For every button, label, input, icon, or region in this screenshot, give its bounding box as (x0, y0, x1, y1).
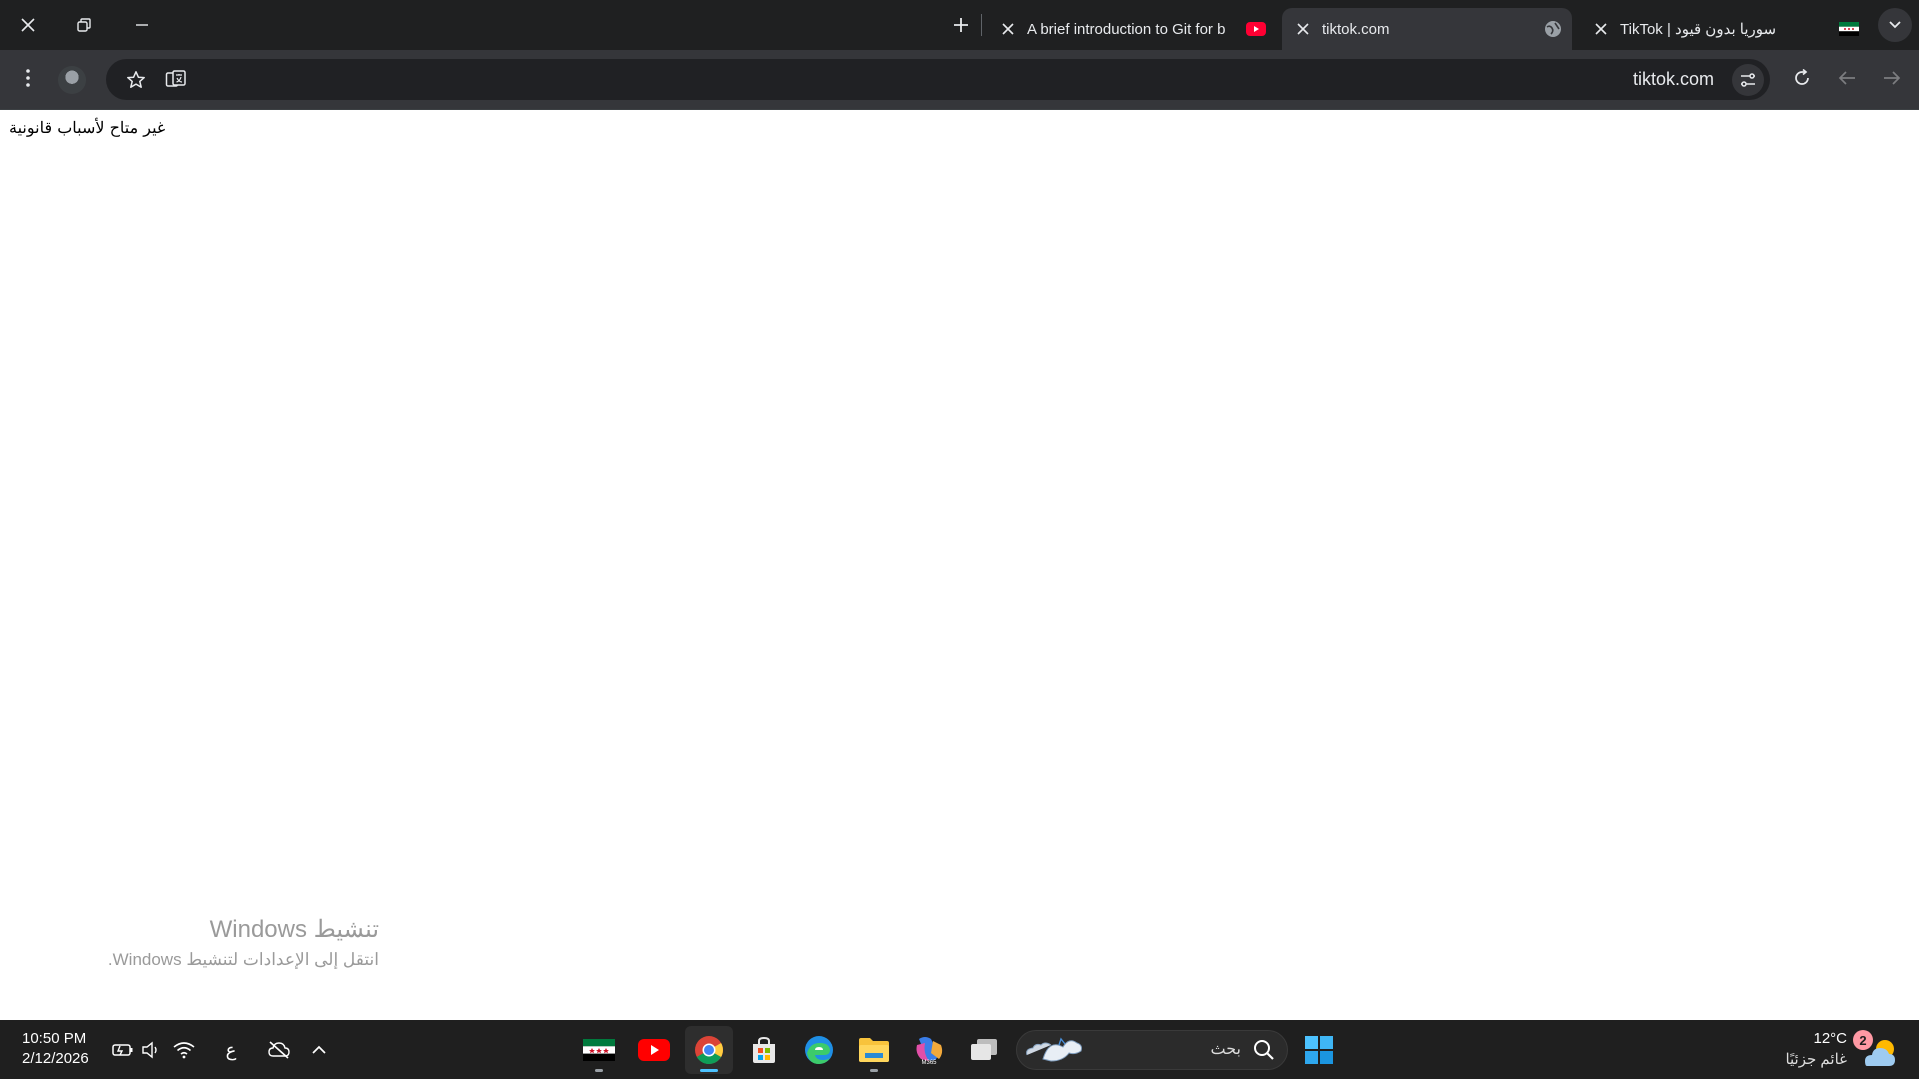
unavailable-message: غير متاح لأسباب قانونية (9, 118, 166, 137)
notification-badge: 2 (1853, 1030, 1873, 1050)
taskbar-search[interactable]: بحث (1016, 1030, 1288, 1070)
weather-widget[interactable]: 12°C غائم جزئيًا 2 (1749, 1026, 1899, 1074)
tab-tiktok-syria[interactable]: TikTok | سوريا بدون قيود (1584, 8, 1868, 50)
youtube-app[interactable] (630, 1026, 678, 1074)
cloud-off-icon[interactable] (266, 1037, 292, 1063)
tab-git-intro[interactable]: A brief introduction to Git for b (991, 8, 1275, 50)
tab-tiktok-active[interactable]: tiktok.com (1282, 8, 1572, 50)
search-icon (1253, 1039, 1275, 1061)
minimize-icon (136, 24, 148, 26)
address-bar[interactable]: tiktok.com (106, 59, 1770, 100)
forward-button[interactable] (1872, 58, 1912, 98)
plus-icon (954, 18, 968, 32)
window-minimize-button[interactable] (114, 0, 170, 50)
window-restore-button[interactable] (56, 0, 112, 50)
syria-flag-app[interactable] (575, 1026, 623, 1074)
browser-toolbar: tiktok.com (0, 50, 1919, 109)
battery-icon[interactable] (110, 1037, 136, 1063)
back-button[interactable] (1827, 58, 1867, 98)
clock-time: 10:50 PM (22, 1030, 87, 1047)
running-indicator (595, 1069, 603, 1072)
site-info-button[interactable] (1732, 64, 1764, 96)
tune-icon (1741, 73, 1755, 87)
page-content: غير متاح لأسباب قانونية تنشيط Windows ان… (0, 110, 1919, 1020)
clock-date: 2/12/2026 (22, 1050, 89, 1067)
activation-subtitle: انتقل إلى الإعدادات لتنشيط Windows. (107, 950, 379, 969)
start-button[interactable] (1295, 1026, 1343, 1074)
translate-icon (165, 70, 186, 87)
restore-icon (77, 18, 91, 32)
search-highlight-icon (1023, 1035, 1085, 1065)
star-icon (127, 71, 145, 88)
svg-text:M365: M365 (921, 1060, 937, 1065)
windows-activation-watermark: تنشيط Windows انتقل إلى الإعدادات لتنشيط… (108, 915, 379, 970)
close-icon (1297, 23, 1309, 35)
tab-separator (981, 14, 982, 36)
running-indicator (870, 1069, 878, 1072)
close-icon (1002, 23, 1014, 35)
wifi-icon[interactable] (171, 1037, 197, 1063)
url-text: tiktok.com (1632, 69, 1714, 89)
windows-logo-icon (1305, 1036, 1333, 1064)
windows-taskbar: 10:50 PM 2/12/2026 ع M365 بحث 12°C غائم … (0, 1020, 1919, 1079)
globe-icon (1542, 18, 1564, 40)
tab-close-button[interactable] (1588, 16, 1614, 42)
file-explorer-app[interactable] (850, 1026, 898, 1074)
volume-icon[interactable] (138, 1037, 164, 1063)
tab-list-button[interactable] (1878, 8, 1912, 42)
tab-title: TikTok | سوريا بدون قيود (1620, 21, 1777, 38)
arrow-right-icon (1884, 71, 1901, 85)
m365-app[interactable]: M365 (905, 1026, 953, 1074)
youtube-icon (1245, 18, 1267, 40)
menu-button[interactable] (8, 58, 48, 98)
weather-temperature: 12°C (1813, 1030, 1847, 1047)
system-clock[interactable]: 10:50 PM 2/12/2026 (22, 1029, 89, 1069)
chevron-up-icon[interactable] (306, 1037, 332, 1063)
browser-titlebar: A brief introduction to Git for b tiktok… (0, 0, 1919, 50)
tab-title: A brief introduction to Git for b (1027, 20, 1226, 38)
chrome-app[interactable] (685, 1026, 733, 1074)
arrow-left-icon (1838, 71, 1855, 85)
tab-close-button[interactable] (1290, 16, 1316, 42)
profile-avatar[interactable] (58, 66, 86, 94)
store-app[interactable] (740, 1026, 788, 1074)
search-placeholder: بحث (1210, 1041, 1242, 1058)
weather-description: غائم جزئيًا (1785, 1051, 1847, 1068)
close-icon (1595, 23, 1607, 35)
chevron-down-icon (1889, 21, 1901, 29)
translate-button[interactable] (160, 64, 192, 96)
active-indicator (700, 1069, 718, 1072)
new-tab-button[interactable] (944, 8, 978, 42)
language-indicator[interactable]: ع (218, 1037, 244, 1063)
close-icon (21, 18, 35, 32)
window-close-button[interactable] (0, 0, 56, 50)
syria-flag-icon (1838, 18, 1860, 40)
tab-close-button[interactable] (995, 16, 1021, 42)
reload-icon (1795, 69, 1809, 85)
bookmark-button[interactable] (120, 64, 152, 96)
reload-button[interactable] (1782, 58, 1822, 98)
tab-title: tiktok.com (1322, 20, 1390, 38)
activation-title: تنشيط Windows (209, 916, 379, 943)
more-vertical-icon (26, 69, 30, 87)
edge-app[interactable] (795, 1026, 843, 1074)
task-view-app[interactable] (960, 1026, 1008, 1074)
